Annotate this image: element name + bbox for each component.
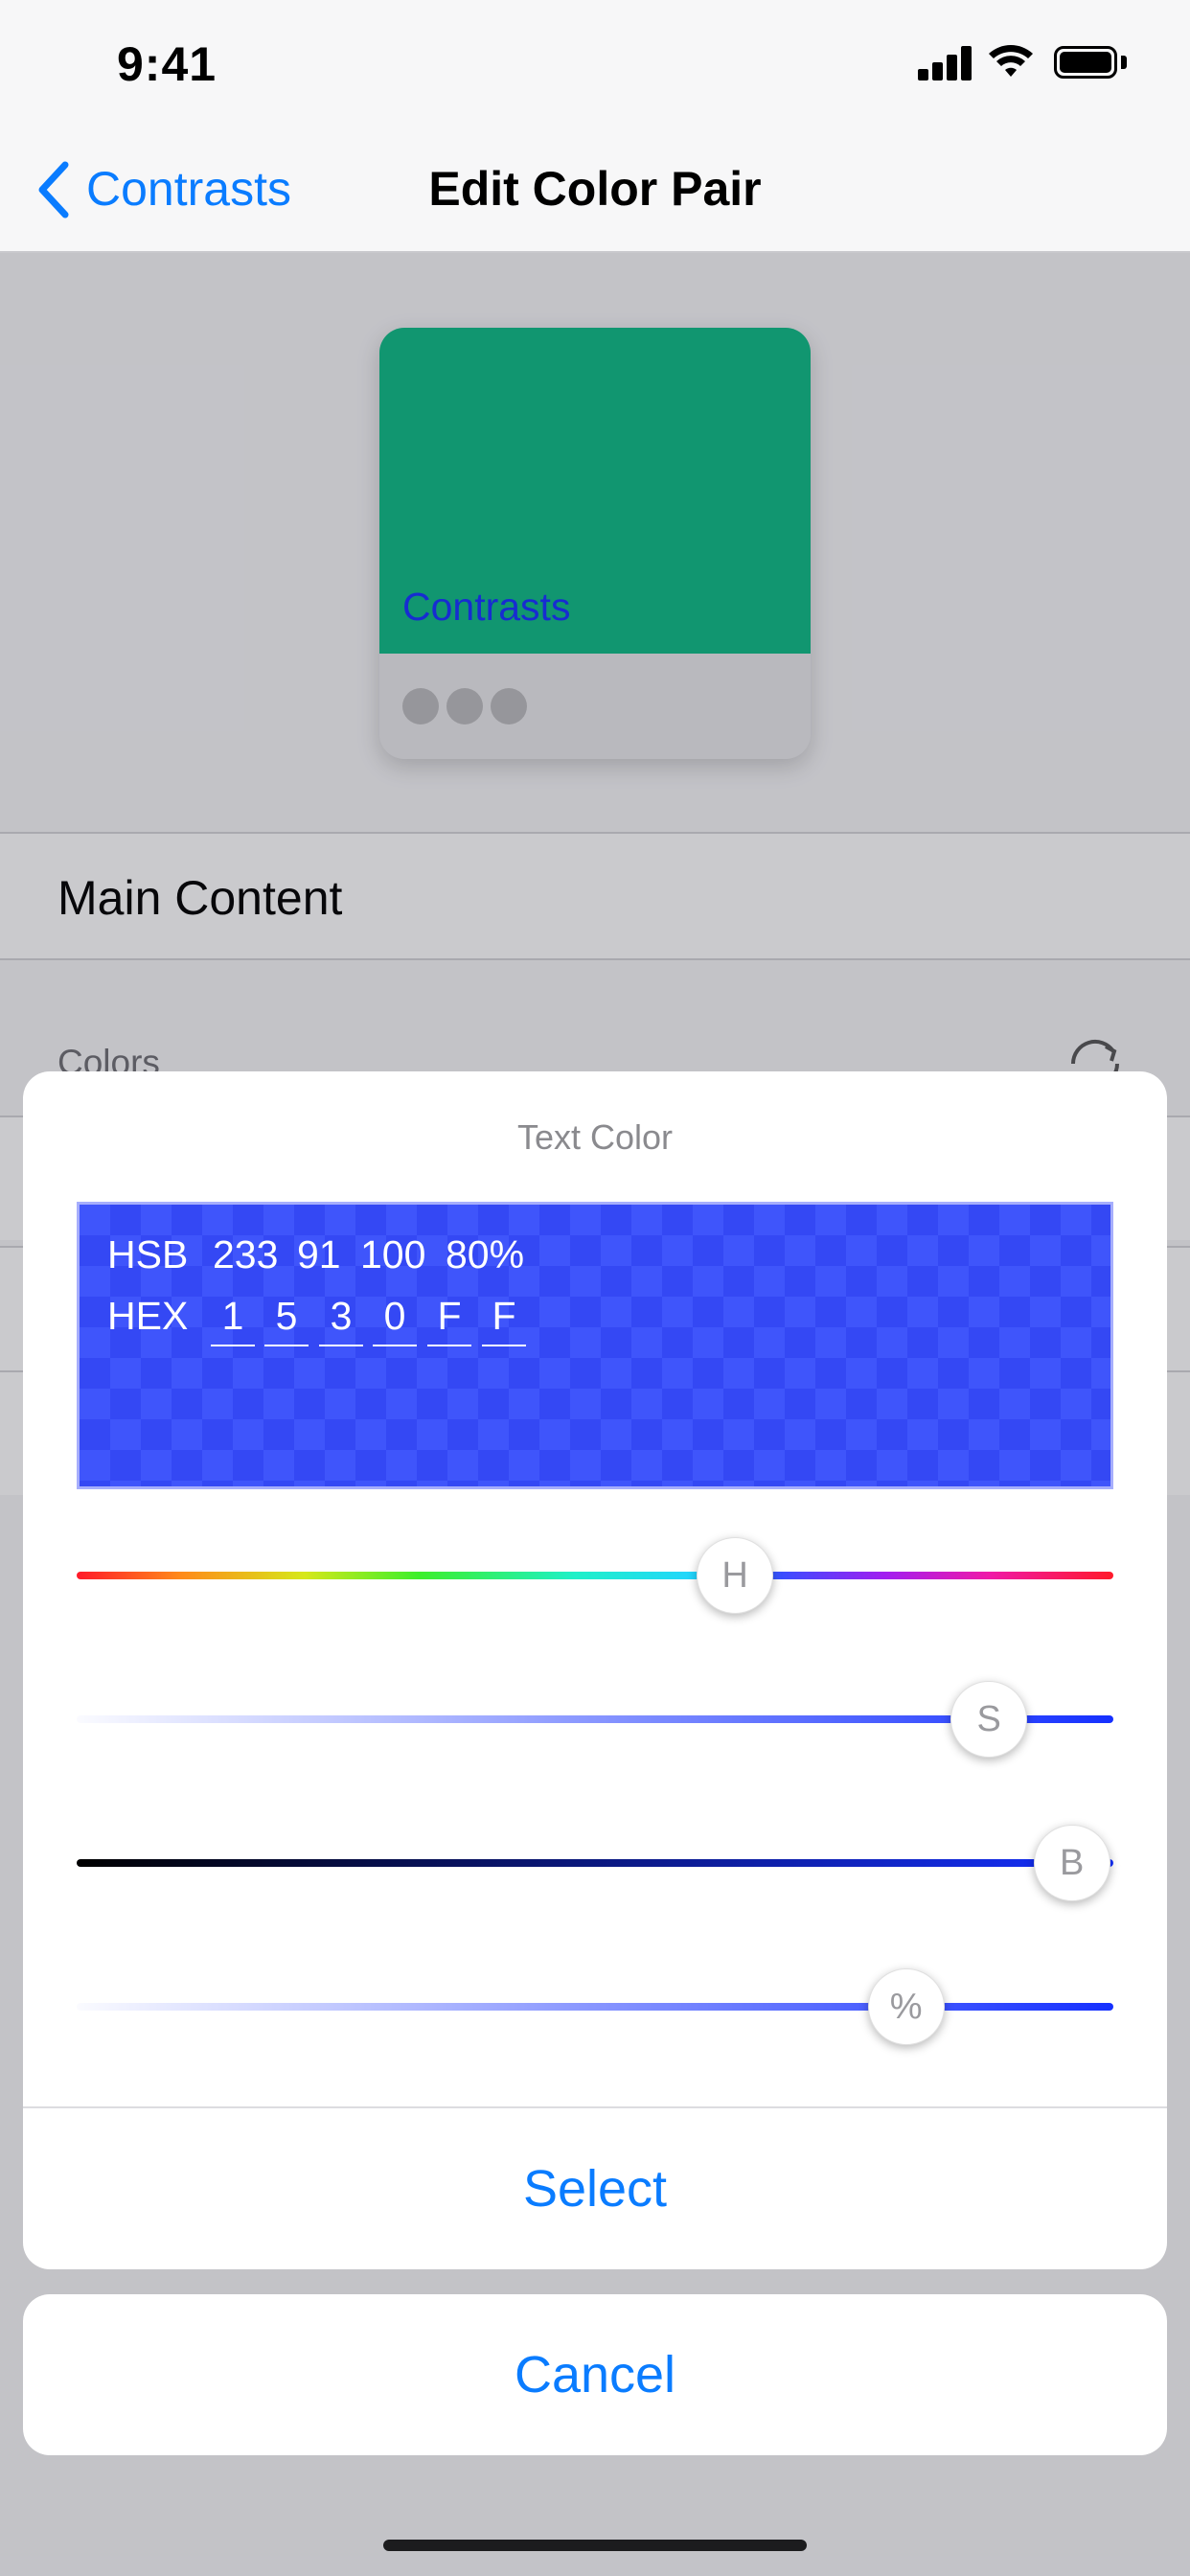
- hsb-label: HSB: [107, 1232, 189, 1276]
- status-time: 9:41: [117, 37, 217, 91]
- battery-tip: [1121, 56, 1127, 69]
- hex-label: HEX: [107, 1294, 189, 1338]
- opacity-slider-track[interactable]: [77, 2003, 1113, 2011]
- brightness-slider-knob[interactable]: B: [1033, 1825, 1110, 1901]
- hsb-opacity-value[interactable]: 80%: [446, 1232, 524, 1277]
- brightness-slider-track[interactable]: [77, 1859, 1113, 1867]
- hex-digit-field[interactable]: 5: [264, 1294, 309, 1346]
- home-indicator: [383, 2540, 807, 2551]
- battery-icon: [1054, 46, 1117, 79]
- hsb-brightness-value[interactable]: 100: [360, 1232, 425, 1277]
- opacity-slider-knob[interactable]: %: [867, 1968, 945, 2045]
- hex-digit-field[interactable]: 3: [319, 1294, 363, 1346]
- hex-digit-field[interactable]: F: [482, 1294, 526, 1346]
- hsb-saturation-value[interactable]: 91: [297, 1232, 341, 1277]
- signal-icon: [918, 46, 973, 80]
- page-title: Edit Color Pair: [428, 162, 762, 216]
- hsb-hue-value[interactable]: 233: [213, 1232, 278, 1277]
- hex-digit-field[interactable]: 0: [373, 1294, 417, 1346]
- hex-digit-field[interactable]: 1: [211, 1294, 255, 1346]
- saturation-slider-knob[interactable]: S: [950, 1681, 1028, 1758]
- sheet-title: Text Color: [516, 1117, 674, 1157]
- hex-digit-field[interactable]: F: [427, 1294, 471, 1346]
- select-button[interactable]: Select: [23, 2108, 1167, 2269]
- hue-slider-track[interactable]: [77, 1572, 1113, 1579]
- cancel-button[interactable]: Cancel: [23, 2294, 1167, 2455]
- hue-slider-knob[interactable]: H: [697, 1537, 774, 1614]
- wifi-icon: [987, 40, 1035, 80]
